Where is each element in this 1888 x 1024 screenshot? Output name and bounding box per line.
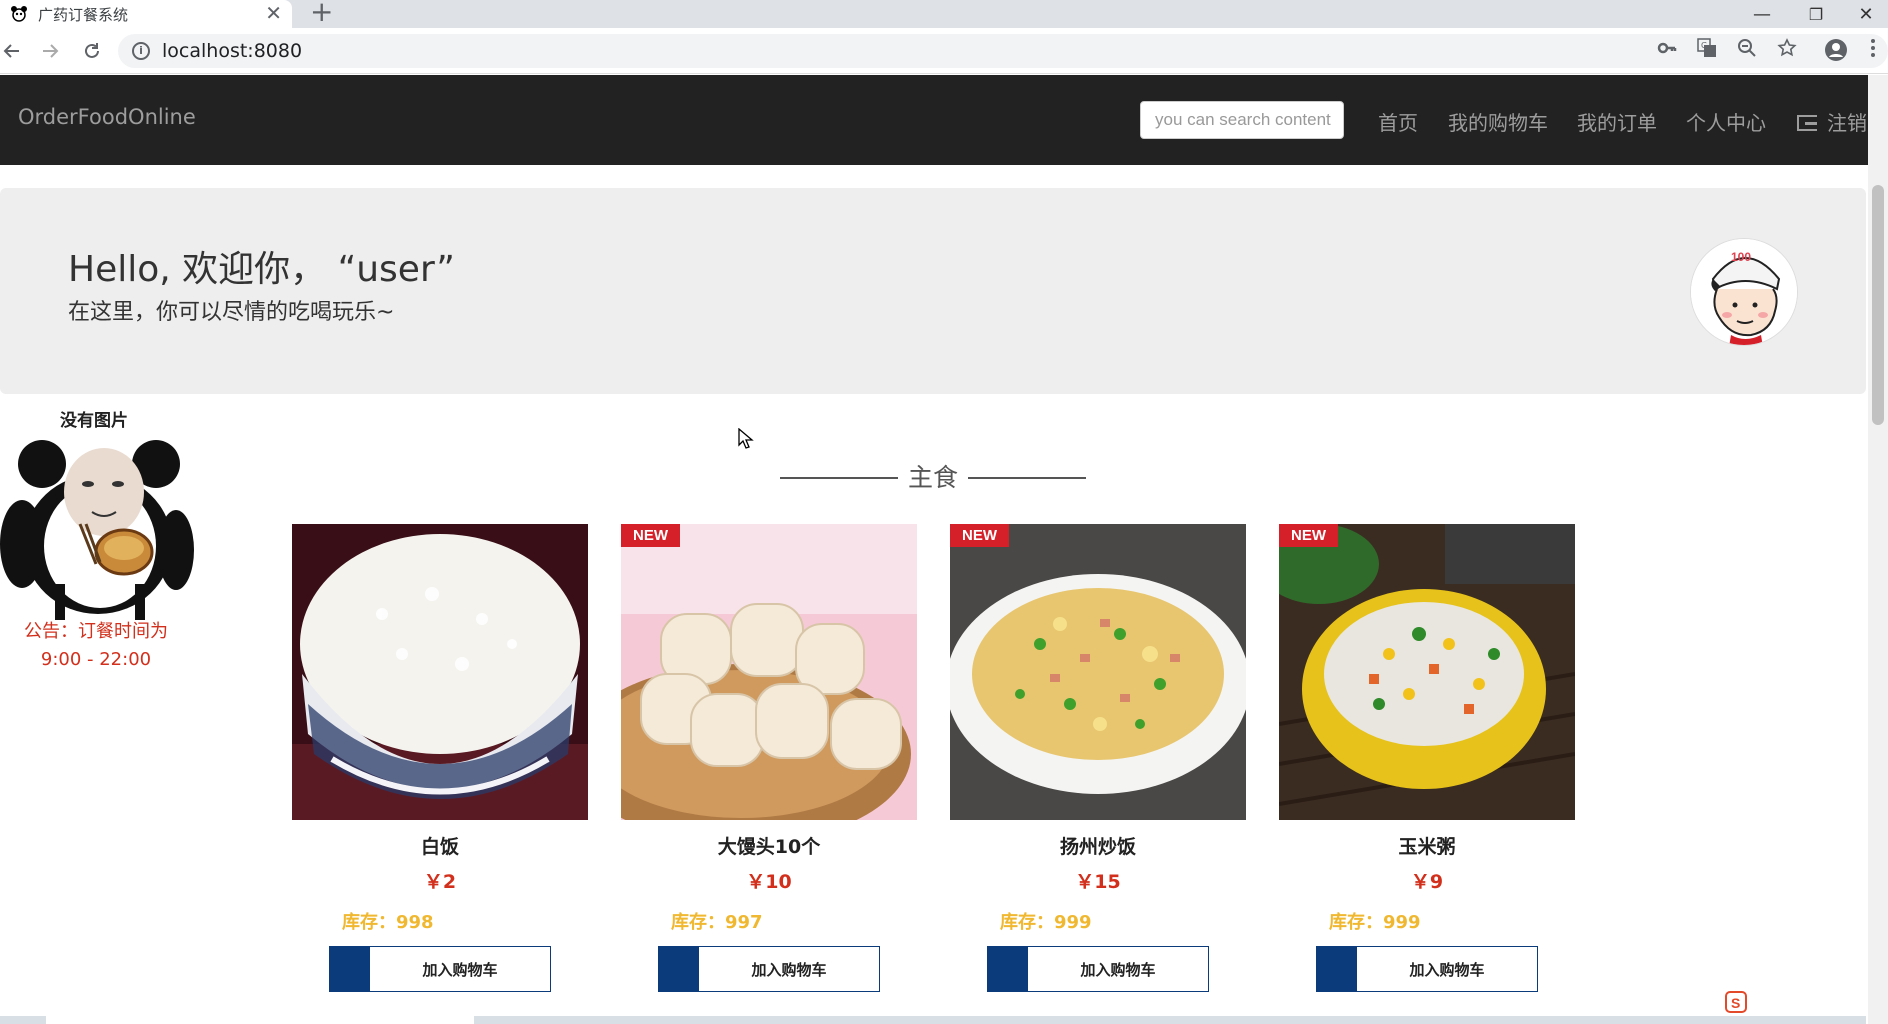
product-price: ￥2 xyxy=(423,871,457,893)
nav-logout[interactable]: 注销 xyxy=(1797,107,1867,136)
restore-icon[interactable]: ❐ xyxy=(1796,0,1836,28)
scrollbar-thumb[interactable] xyxy=(1872,185,1884,425)
url-field[interactable]: i localhost:8080 xyxy=(118,34,1888,68)
product-name[interactable]: 大馒头10个 xyxy=(621,832,917,859)
product-price: ￥10 xyxy=(746,871,792,893)
product-name[interactable]: 白饭 xyxy=(292,832,588,859)
address-bar: i localhost:8080 G xyxy=(0,28,1888,74)
svg-text:S: S xyxy=(1731,995,1740,1011)
new-badge: NEW xyxy=(950,524,1009,547)
profile-icon[interactable] xyxy=(1824,38,1847,61)
svg-text:100: 100 xyxy=(1731,250,1751,264)
zoom-icon[interactable] xyxy=(1736,38,1758,60)
avatar[interactable]: 100 xyxy=(1690,238,1798,346)
site-info-icon[interactable]: i xyxy=(132,42,150,60)
product-price: ￥15 xyxy=(1075,871,1121,893)
add-to-cart-button[interactable]: 加入购物车 xyxy=(329,946,551,992)
browser-tab-bar: 广药订餐系统 ✕ + — ❐ ✕ xyxy=(0,0,1888,28)
product-name[interactable]: 玉米粥 xyxy=(1279,832,1575,859)
nav-home[interactable]: 首页 xyxy=(1378,107,1418,136)
kebab-menu-icon[interactable] xyxy=(1862,38,1884,60)
new-badge: NEW xyxy=(1279,524,1338,547)
key-icon[interactable] xyxy=(1656,38,1678,60)
ime-s-icon[interactable]: S xyxy=(1724,990,1750,1016)
notice-text: 公告：订餐时间为 9:00 - 22:00 xyxy=(0,618,192,674)
product-card: NEW 玉米粥 ￥9 库存：999 加入购物车 xyxy=(1279,524,1575,992)
bookmark-star-icon[interactable] xyxy=(1776,38,1798,60)
svg-text:G: G xyxy=(1701,41,1707,50)
new-tab-button[interactable]: + xyxy=(310,0,333,26)
site-navbar: OrderFoodOnline 首页 我的购物车 我的订单 个人中心 注销 xyxy=(0,75,1888,165)
mouse-cursor-icon xyxy=(738,427,754,454)
welcome-jumbotron: Hello, 欢迎你， “user” 在这里，你可以尽情的吃喝玩乐~ 100 xyxy=(0,188,1866,394)
back-arrow-icon[interactable] xyxy=(0,40,24,64)
welcome-subtitle: 在这里，你可以尽情的吃喝玩乐~ xyxy=(68,300,395,325)
search-input[interactable] xyxy=(1140,101,1344,139)
add-to-cart-button[interactable]: 加入购物车 xyxy=(658,946,880,992)
product-stock: 库存：999 xyxy=(1329,912,1421,933)
forward-arrow-icon[interactable] xyxy=(38,40,62,64)
section-title: 主食 xyxy=(907,463,958,492)
notice-line-1: 公告：订餐时间为 xyxy=(24,621,168,642)
new-badge: NEW xyxy=(621,524,680,547)
tab-title: 广药订餐系统 xyxy=(38,5,129,24)
welcome-title: Hello, 欢迎你， “user” xyxy=(68,249,455,290)
product-stock: 库存：999 xyxy=(1000,912,1092,933)
logout-label: 注销 xyxy=(1827,111,1867,135)
nav-cart[interactable]: 我的购物车 xyxy=(1448,107,1548,136)
product-image-fried-rice[interactable]: NEW xyxy=(950,524,1246,820)
product-card: NEW 大馒头10个 ￥10 库存：997 加入购物车 xyxy=(621,524,917,992)
product-image-congee[interactable]: NEW xyxy=(1279,524,1575,820)
horizontal-scrollbar-thumb[interactable] xyxy=(46,1016,474,1024)
product-stock: 库存：997 xyxy=(671,912,763,933)
translate-icon[interactable]: G xyxy=(1696,38,1718,60)
product-name[interactable]: 扬州炒饭 xyxy=(950,832,1246,859)
scrollbar[interactable] xyxy=(1868,75,1888,1024)
add-to-cart-button[interactable]: 加入购物车 xyxy=(987,946,1209,992)
panda-favicon-icon xyxy=(10,5,28,23)
sidebar-image-title: 没有图片 xyxy=(60,411,128,431)
section-divider-right xyxy=(968,477,1086,479)
product-card: NEW 扬州炒饭 ￥15 库存：999 加入购物车 xyxy=(950,524,1246,992)
product-card: 白饭 ￥2 库存：998 加入购物车 xyxy=(292,524,588,992)
logout-icon xyxy=(1797,115,1817,131)
nav-orders[interactable]: 我的订单 xyxy=(1577,107,1657,136)
nav-profile[interactable]: 个人中心 xyxy=(1686,107,1766,136)
reload-icon[interactable] xyxy=(80,40,104,64)
product-image-rice[interactable] xyxy=(292,524,588,820)
product-image-buns[interactable]: NEW xyxy=(621,524,917,820)
product-stock: 库存：998 xyxy=(342,912,434,933)
panda-meme-image xyxy=(0,434,196,620)
minimize-icon[interactable]: — xyxy=(1742,0,1782,28)
add-to-cart-button[interactable]: 加入购物车 xyxy=(1316,946,1538,992)
browser-tab[interactable]: 广药订餐系统 ✕ xyxy=(0,0,292,28)
tab-close-icon[interactable]: ✕ xyxy=(265,2,282,24)
window-close-icon[interactable]: ✕ xyxy=(1846,0,1886,28)
brand-logo[interactable]: OrderFoodOnline xyxy=(18,105,196,129)
product-price: ￥9 xyxy=(1410,871,1444,893)
url-text: localhost:8080 xyxy=(162,40,303,62)
notice-line-2: 9:00 - 22:00 xyxy=(40,649,152,670)
